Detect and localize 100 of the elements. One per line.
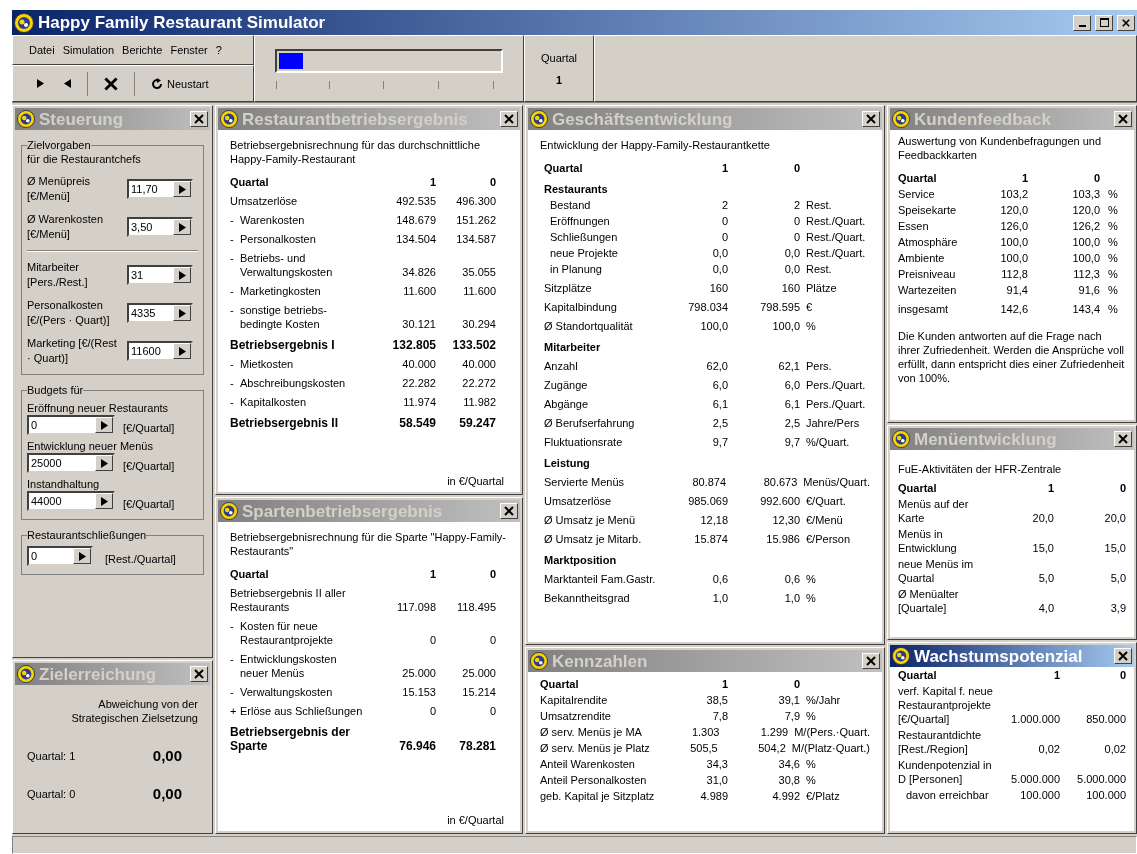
row-label: Ø Menüalter [Quartale] (898, 587, 960, 615)
close-button[interactable] (862, 111, 880, 127)
menu-item[interactable]: Fenster (170, 43, 208, 57)
menu-item[interactable]: ? (215, 43, 222, 57)
close-button[interactable] (1114, 648, 1132, 664)
arrow-button[interactable] (173, 267, 191, 283)
play-icon (178, 308, 186, 318)
row-label: Betriebsergebnis der Sparte (230, 725, 352, 753)
row-label: Erlöse aus Schließungen (240, 704, 363, 718)
arrow-button[interactable] (95, 493, 113, 509)
unit: €/Platz (806, 790, 840, 802)
maximize-button[interactable] (1095, 14, 1113, 31)
input-field[interactable]: 3,50 (127, 217, 193, 237)
logo-icon (220, 110, 238, 128)
play-icon (178, 222, 186, 232)
value: 30.294 (461, 317, 497, 331)
input-field[interactable]: 44000 (27, 491, 115, 511)
row-label: Menüs auf der Karte (898, 497, 970, 525)
row-label: Betriebsergebnis I (230, 338, 335, 352)
unit: Menüs/Quart. (803, 476, 870, 488)
input-field[interactable]: 31 (127, 265, 193, 285)
value: 6,1 (711, 397, 728, 411)
unit: % (1108, 303, 1118, 315)
logo-icon (530, 110, 548, 128)
value: 0,00 (152, 749, 182, 763)
restart-icon (151, 77, 163, 90)
arrow-button[interactable] (95, 455, 113, 471)
close-button[interactable] (1117, 14, 1135, 31)
minimize-button[interactable] (1073, 14, 1091, 31)
value: 1,0 (783, 591, 800, 605)
play-icon (100, 496, 108, 506)
logo-icon (892, 430, 910, 448)
unit: €/Person (806, 533, 851, 545)
operator-sign: - (230, 213, 235, 227)
value: 0 (488, 633, 497, 647)
unit: Rest./Quart. (806, 215, 866, 227)
close-button[interactable] (190, 111, 208, 127)
input-field[interactable]: 11,70 (127, 179, 193, 199)
value: 7,9 (783, 709, 800, 723)
field-label: Ø Menüpreis [€/Menü] (27, 174, 91, 204)
value: 5,0 (1037, 571, 1054, 585)
row-label: Umsatzerlöse (230, 194, 298, 208)
operator-sign: - (230, 652, 235, 667)
value: 492.535 (395, 194, 436, 208)
value: 100,0 (1071, 251, 1100, 265)
arrow-button[interactable] (173, 305, 191, 321)
arrow-button[interactable] (73, 548, 91, 564)
arrow-button[interactable] (173, 181, 191, 197)
value: 0 (1092, 171, 1100, 185)
value: 0,02 (1037, 742, 1060, 756)
group-subtitle: für die Restaurantchefs (27, 153, 141, 165)
arrow-button[interactable] (173, 219, 191, 235)
arrow-button[interactable] (173, 343, 191, 359)
value: 132.805 (391, 338, 436, 352)
input-field[interactable]: 4335 (127, 303, 193, 323)
input-field[interactable]: 0 (27, 415, 115, 435)
input-field[interactable]: 25000 (27, 453, 115, 473)
value: 133.502 (451, 338, 497, 352)
minimize-icon (1078, 24, 1086, 27)
row-label: Abschreibungskosten (240, 376, 346, 390)
value: 11.600 (402, 284, 436, 298)
row-label: Ø Umsatz je Menü (544, 513, 636, 527)
value: 4.992 (771, 789, 800, 803)
field-label: Eröffnung neuer Restaurants (27, 401, 170, 415)
value: 0 (1118, 481, 1126, 495)
play-icon (37, 79, 44, 88)
close-icon (504, 114, 514, 124)
value: 850.000 (1085, 712, 1126, 726)
close-button[interactable] (500, 111, 518, 127)
menu-item[interactable]: Berichte (122, 43, 163, 57)
unit: [€/Quartal] (123, 459, 175, 473)
close-button[interactable] (500, 503, 518, 519)
unit: [€/Quartal] (123, 497, 175, 511)
row-label: Umsatzerlöse (544, 494, 612, 508)
close-icon (504, 506, 514, 516)
value: 0,6 (711, 572, 728, 586)
close-button[interactable] (1114, 111, 1132, 127)
value: 0 (792, 230, 800, 244)
restart-button[interactable]: Neustart (147, 76, 213, 91)
field-label: Marketing [€/(Rest · Quart)] (27, 336, 118, 366)
close-button[interactable] (190, 666, 208, 682)
menu-item[interactable]: Simulation (62, 43, 115, 57)
value: 12,18 (699, 513, 728, 527)
value: 1.000.000 (1010, 712, 1060, 726)
value: 7,8 (711, 709, 728, 723)
row-label: Umsatzrendite (540, 709, 611, 723)
value: 38,5 (705, 693, 728, 707)
row-label: Warenkosten (240, 213, 305, 227)
group-legend: Zielvorgaben (27, 138, 91, 152)
value: 100.000 (1019, 788, 1060, 802)
close-button[interactable] (862, 653, 880, 669)
arrow-button[interactable] (95, 417, 113, 433)
close-button[interactable] (1114, 431, 1132, 447)
value: 100,0 (1071, 235, 1100, 249)
input-field[interactable]: 0 (27, 546, 93, 566)
menu-item[interactable]: Datei (29, 43, 55, 57)
field-label: Mitarbeiter [Pers./Rest.] (27, 260, 89, 290)
value: 6,1 (783, 397, 800, 411)
field-label: Entwicklung neuer Menüs (27, 439, 154, 453)
input-field[interactable]: 11600 (127, 341, 193, 361)
